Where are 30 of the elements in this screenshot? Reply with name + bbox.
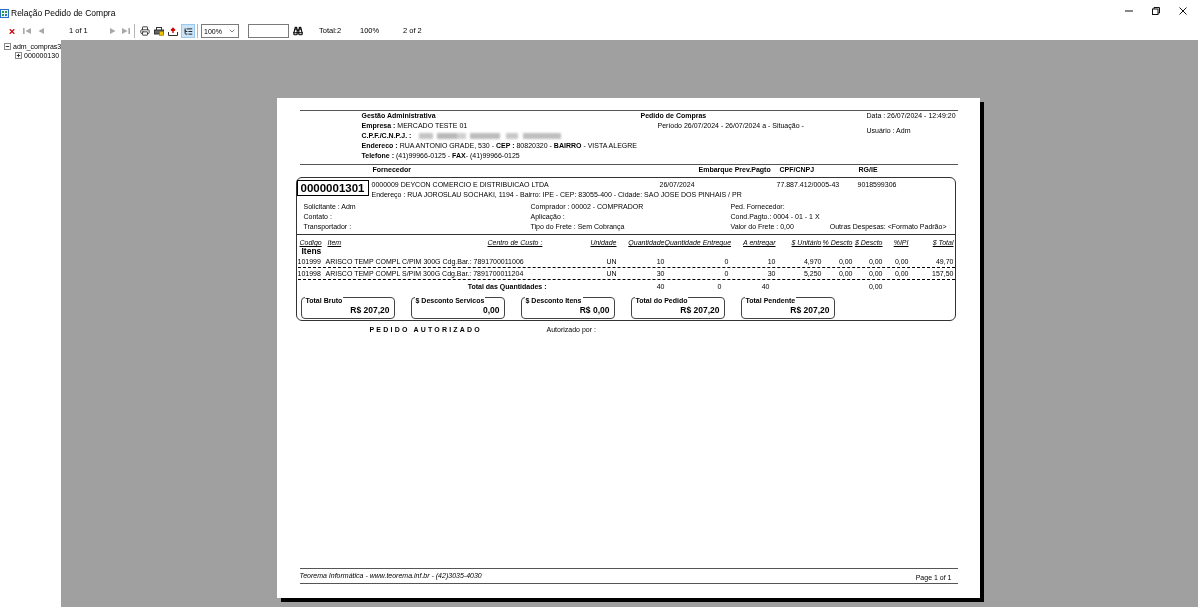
triangle-right-icon bbox=[109, 27, 117, 35]
close-icon bbox=[1178, 7, 1187, 15]
summary-value: R$ 0,00 bbox=[579, 305, 610, 316]
printer-setup-icon bbox=[154, 26, 164, 36]
minus-box-icon[interactable] bbox=[4, 43, 11, 50]
print-setup-button[interactable] bbox=[153, 24, 165, 38]
minimize-icon bbox=[1124, 7, 1133, 15]
order-number: 0000001301 bbox=[296, 180, 369, 196]
find-button[interactable] bbox=[292, 24, 304, 38]
summary-value: R$ 207,20 bbox=[350, 305, 390, 316]
chevron-down-icon bbox=[228, 27, 236, 35]
skip-forward-icon bbox=[122, 27, 130, 35]
summary-value: 0,00 bbox=[482, 305, 500, 316]
summary-value: R$ 207,20 bbox=[680, 305, 720, 316]
printer-icon bbox=[140, 26, 150, 36]
tree-toggle-button[interactable] bbox=[181, 24, 195, 38]
restore-icon bbox=[1151, 7, 1160, 15]
app-grid-icon bbox=[0, 8, 9, 18]
summary-value: R$ 207,20 bbox=[790, 305, 830, 316]
close-icon bbox=[8, 26, 16, 36]
tray-upload-icon bbox=[168, 26, 178, 36]
window-title: Relação Pedido de Compra bbox=[11, 8, 116, 18]
section-title: Itens bbox=[301, 247, 322, 256]
plus-box-icon[interactable] bbox=[15, 52, 22, 59]
list-tree-icon bbox=[183, 26, 193, 36]
skip-back-icon bbox=[23, 27, 31, 35]
print-button[interactable] bbox=[139, 24, 151, 38]
binoculars-icon bbox=[293, 26, 303, 36]
triangle-left-icon bbox=[37, 27, 45, 35]
search-field[interactable] bbox=[248, 24, 289, 38]
